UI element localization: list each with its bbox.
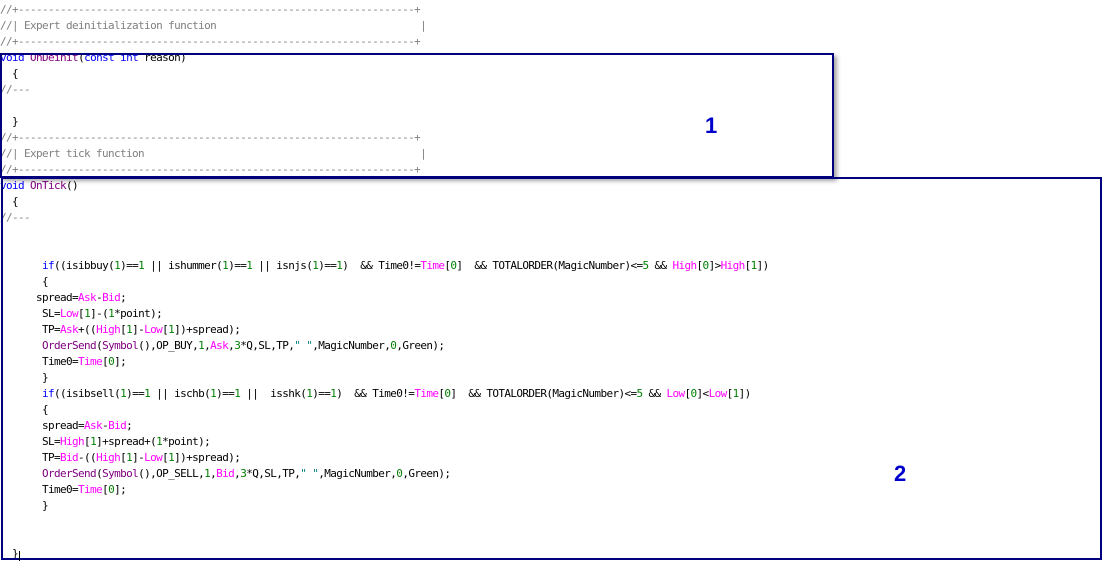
highlight-box-2 <box>1 177 1102 560</box>
code-line[interactable]: //| Expert deinitialization function | <box>0 18 427 34</box>
code-line[interactable]: //+-------------------------------------… <box>0 2 421 18</box>
annotation-label-2: 2 <box>894 461 907 486</box>
annotation-label-1: 1 <box>705 113 718 138</box>
code-token-cmt: //+-------------------------------------… <box>0 35 421 48</box>
code-token-cmt: //| Expert deinitialization function | <box>0 19 427 32</box>
code-line[interactable]: //+-------------------------------------… <box>0 34 421 50</box>
code-token-cmt: //+-------------------------------------… <box>0 3 421 16</box>
text-caret <box>19 551 20 561</box>
